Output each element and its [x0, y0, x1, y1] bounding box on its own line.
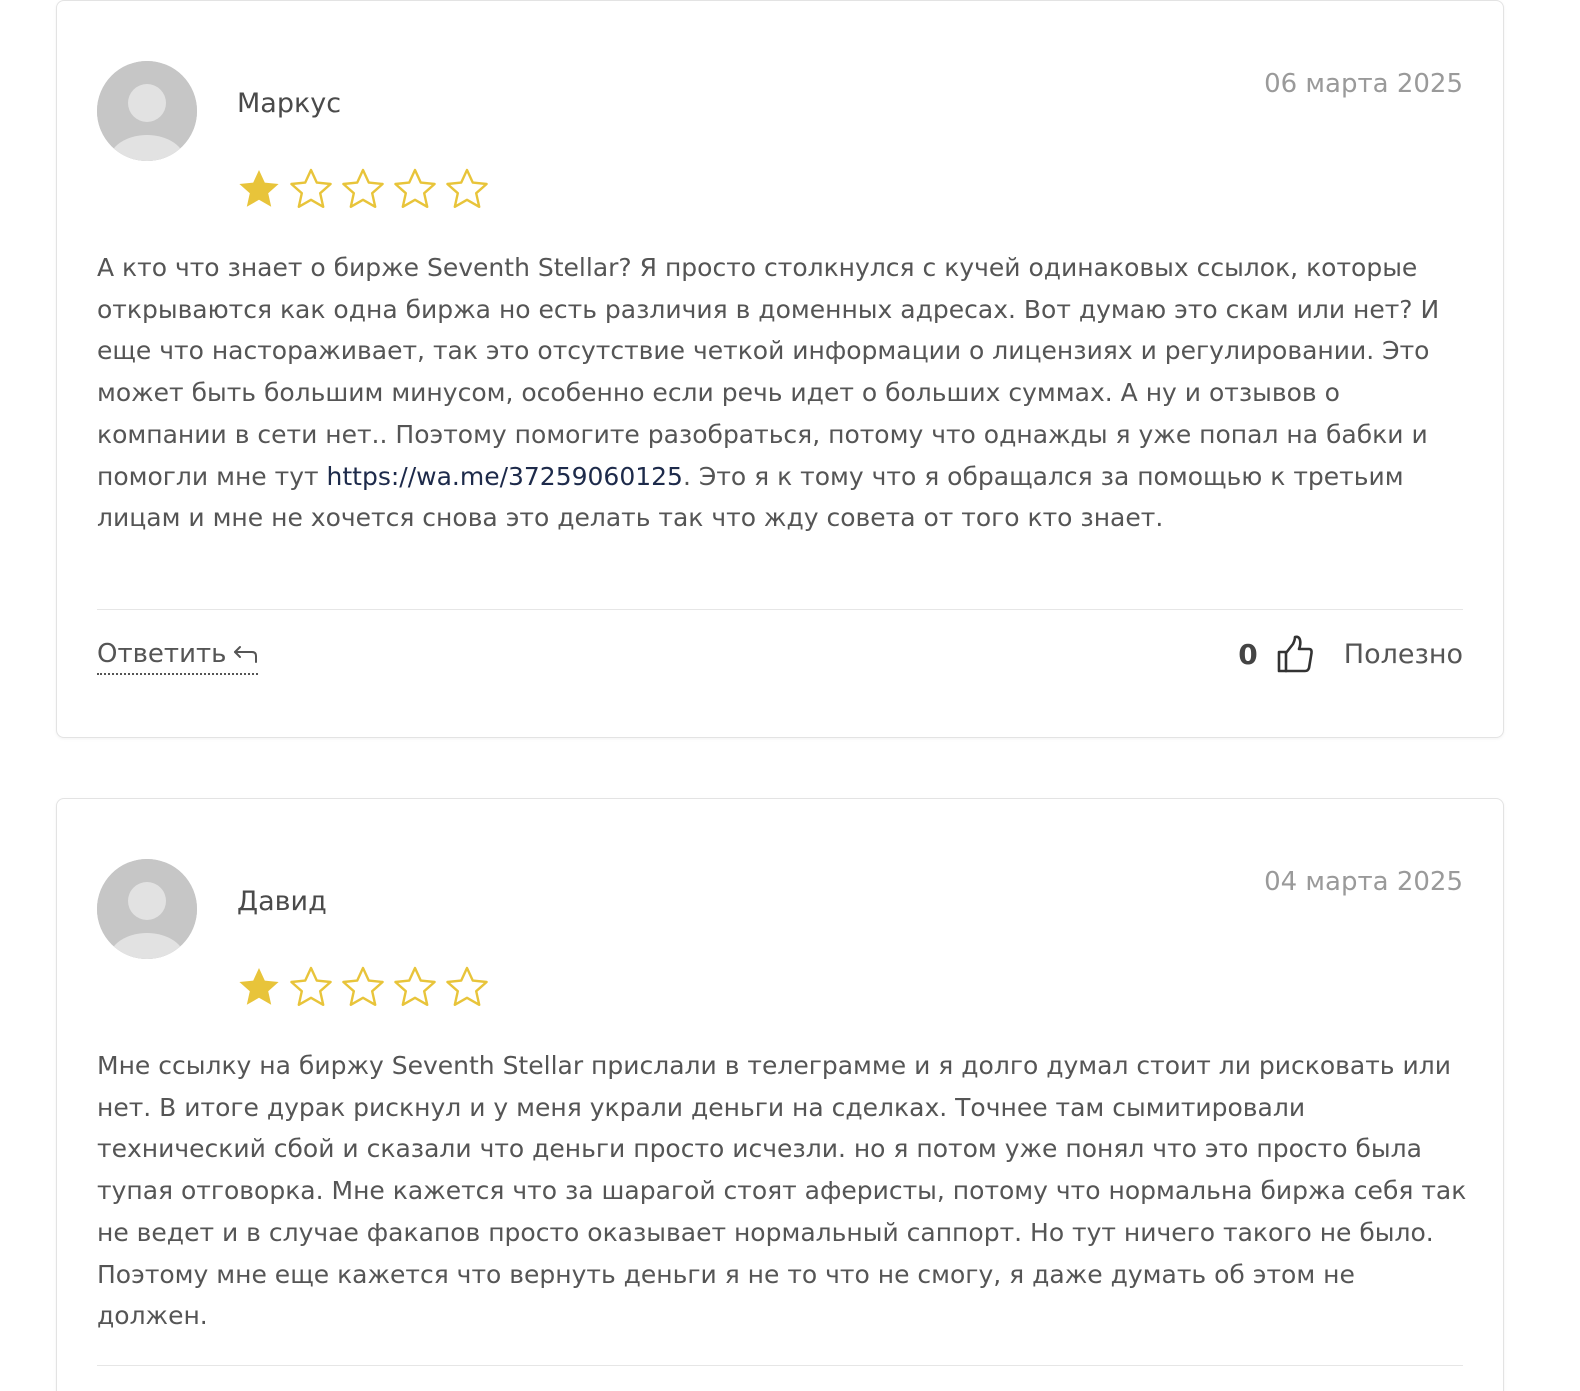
reply-arrow-icon [234, 646, 258, 663]
user-avatar-icon [97, 859, 197, 959]
reply-button[interactable]: Ответить [97, 637, 259, 675]
star-empty-icon [446, 168, 488, 208]
review-text-part: А кто что знает о бирже Seventh Stellar?… [97, 253, 1440, 491]
star-empty-icon [394, 168, 436, 208]
helpful-label: Полезно [1343, 638, 1463, 670]
divider [97, 609, 1463, 610]
review-text: А кто что знает о бирже Seventh Stellar?… [97, 247, 1467, 539]
review-date: 06 марта 2025 [1264, 69, 1463, 99]
star-empty-icon [342, 966, 384, 1006]
divider [97, 1365, 1463, 1366]
review-date: 04 марта 2025 [1264, 867, 1463, 897]
review-link[interactable]: https://wa.me/37259060125 [327, 462, 683, 491]
thumbs-up-icon[interactable] [1276, 634, 1314, 674]
star-empty-icon [290, 966, 332, 1006]
reviews-page: Маркус 06 марта 2025 А кто что знает о б… [0, 0, 1580, 1391]
reply-label: Ответить [97, 639, 227, 669]
rating-stars [235, 963, 491, 1011]
helpful-button[interactable]: 0 Полезно [1238, 631, 1463, 677]
star-filled-icon [239, 968, 279, 1005]
review-text: Мне ссылку на биржу Seventh Stellar прис… [97, 1051, 1467, 1331]
star-empty-icon [446, 966, 488, 1006]
review-card: Давид 04 марта 2025 Мне ссылку на биржу … [56, 798, 1504, 1391]
user-avatar-icon [97, 61, 197, 161]
star-empty-icon [394, 966, 436, 1006]
rating-stars [235, 165, 491, 213]
star-empty-icon [342, 168, 384, 208]
star-filled-icon [239, 170, 279, 207]
review-author: Давид [237, 886, 327, 917]
review-author: Маркус [237, 88, 342, 119]
helpful-count: 0 [1238, 637, 1258, 671]
star-empty-icon [290, 168, 332, 208]
review-card: Маркус 06 марта 2025 А кто что знает о б… [56, 0, 1504, 738]
